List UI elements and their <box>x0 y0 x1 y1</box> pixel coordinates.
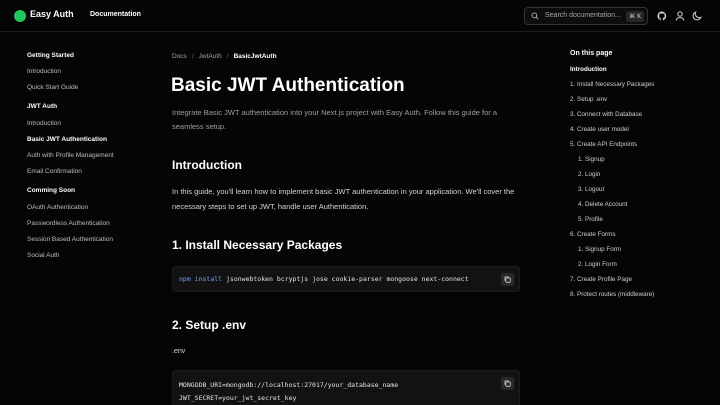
copy-button[interactable] <box>501 273 514 286</box>
copy-button[interactable] <box>501 377 514 390</box>
code-block-install: npm install jsonwebtoken bcryptjs jose c… <box>172 266 520 292</box>
toc-item-install[interactable]: 1. Install Necessary Packages <box>570 81 654 88</box>
page-title: Basic JWT Authentication <box>171 75 405 96</box>
page-lead: Integrate Basic JWT authentication into … <box>172 108 498 131</box>
copy-icon <box>504 380 511 387</box>
search-shortcut-badge: ⌘ K <box>626 11 644 22</box>
brand-name[interactable]: Easy Auth <box>30 9 74 19</box>
github-icon[interactable] <box>656 10 668 22</box>
toc-item-api-endpoints[interactable]: 5. Create API Endpoints <box>570 141 637 148</box>
breadcrumb-current: BasicJwtAuth <box>233 53 277 60</box>
code-block-env: MONGODB_URI=mongodb://localhost:27017/yo… <box>172 370 520 405</box>
toc-item-logout[interactable]: 3. Logout <box>578 186 604 193</box>
logo-icon[interactable] <box>14 10 26 22</box>
sidebar-item-oauth[interactable]: OAuth Authentication <box>27 204 88 211</box>
top-navbar: Easy Auth Documentation Search documenta… <box>0 0 720 32</box>
heading-introduction: Introduction <box>172 158 242 172</box>
toc-item-signup-form[interactable]: 1. Signup Form <box>578 246 621 253</box>
intro-paragraph: In this guide, you'll learn how to imple… <box>172 187 515 211</box>
toc-item-user-model[interactable]: 4. Create user model <box>570 126 629 133</box>
toc-item-login-form[interactable]: 2. Login Form <box>578 261 617 268</box>
sidebar-item-social-auth[interactable]: Social Auth <box>27 252 60 259</box>
sidebar: Getting Started Introduction Quick Start… <box>0 32 150 405</box>
toc-item-signup[interactable]: 1. Signup <box>578 156 605 163</box>
sidebar-item-passwordless[interactable]: Passwordless Authentication <box>27 220 110 227</box>
sidebar-item-basic-jwt[interactable]: Basic JWT Authentication <box>27 136 107 143</box>
breadcrumb-separator: / <box>226 53 229 60</box>
toc-item-create-forms[interactable]: 6. Create Forms <box>570 231 616 238</box>
toc-item-login[interactable]: 2. Login <box>578 171 600 178</box>
sidebar-item-profile-management[interactable]: Auth with Profile Management <box>27 152 114 159</box>
toc-item-delete-account[interactable]: 4. Delete Account <box>578 201 627 208</box>
heading-install-packages: 1. Install Necessary Packages <box>172 238 343 252</box>
nav-link-documentation[interactable]: Documentation <box>90 11 141 18</box>
breadcrumb-docs[interactable]: Docs <box>172 53 187 60</box>
toc-item-profile-page[interactable]: 7. Create Profile Page <box>570 276 632 283</box>
search-placeholder: Search documentation... <box>545 12 621 19</box>
sidebar-item-email-confirmation[interactable]: Email Confirmation <box>27 168 82 175</box>
heading-setup-env: 2. Setup .env <box>172 318 247 332</box>
toc-item-profile[interactable]: 5. Profile <box>578 216 603 223</box>
search-icon <box>531 12 539 20</box>
copy-icon <box>504 276 511 283</box>
sidebar-item-jwt-introduction[interactable]: Introduction <box>27 120 61 127</box>
sidebar-item-introduction[interactable]: Introduction <box>27 68 61 75</box>
sidebar-item-quick-start[interactable]: Quick Start Guide <box>27 84 78 91</box>
sidebar-item-session-based[interactable]: Session Based Authentication <box>27 236 113 243</box>
breadcrumb-jwtauth[interactable]: JwtAuth <box>199 53 222 60</box>
toc-item-protect-routes[interactable]: 8. Protect routes (middleware) <box>570 291 654 298</box>
code-line: npm install jsonwebtoken bcryptjs jose c… <box>179 275 469 283</box>
toc-item-setup-env[interactable]: 2. Setup .env <box>570 96 607 103</box>
toc-title: On this page <box>570 50 613 57</box>
toc-item-connect-db[interactable]: 3. Connect with Database <box>570 111 642 118</box>
toc-item-introduction[interactable]: Introduction <box>570 66 607 73</box>
breadcrumb-separator: / <box>191 53 194 60</box>
moon-icon[interactable] <box>691 10 703 22</box>
sidebar-section-title: Comming Soon <box>27 187 76 194</box>
code-line: JWT_SECRET=your_jwt_secret_key <box>179 394 297 402</box>
env-file-label: .env <box>172 348 186 355</box>
breadcrumb: Docs / JwtAuth / BasicJwtAuth <box>172 53 277 60</box>
sidebar-section-title: Getting Started <box>27 52 74 59</box>
code-line: MONGODB_URI=mongodb://localhost:27017/yo… <box>179 381 399 389</box>
sidebar-section-title: JWT Auth <box>27 103 58 110</box>
user-icon[interactable] <box>674 10 686 22</box>
search-input[interactable]: Search documentation... ⌘ K <box>524 7 648 25</box>
